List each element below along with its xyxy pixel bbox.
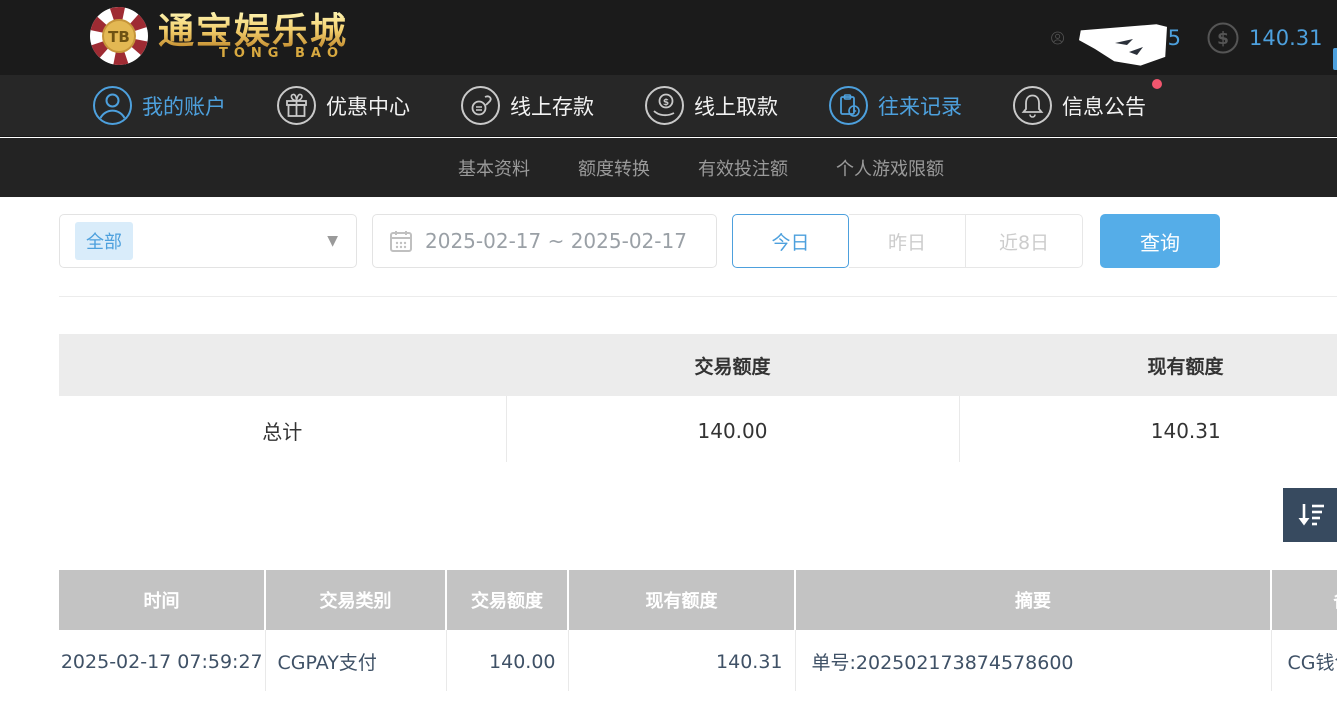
account-subnav: 基本资料 额度转换 有效投注额 个人游戏限额 (0, 138, 1337, 197)
balance-display[interactable]: $ 140.31 (1207, 22, 1337, 54)
summary-transaction-amount: 140.00 (506, 396, 959, 462)
nav-item-announcements[interactable]: 信息公告 (1012, 85, 1146, 126)
quick-range-group: 今日 昨日 近8日 (732, 214, 1083, 268)
nav-label: 线上存款 (510, 91, 594, 121)
chevron-down-icon: ▼ (327, 233, 338, 249)
svg-text:$: $ (1217, 29, 1229, 49)
records-clipboard-icon (828, 85, 869, 126)
nav-item-transaction-records[interactable]: 往来记录 (828, 85, 962, 126)
transaction-row: 2025-02-17 07:59:27 CGPAY支付 140.00 140.3… (59, 630, 1337, 691)
sort-descending-button[interactable] (1283, 488, 1337, 542)
poker-chip-logo-icon: TB (88, 5, 150, 67)
tx-header-transaction-amount: 交易额度 (446, 570, 568, 630)
nav-label: 我的账户 (142, 91, 226, 121)
subnav-item-valid-bets[interactable]: 有效投注额 (698, 155, 788, 181)
subnav-item-basic-info[interactable]: 基本资料 (458, 155, 530, 181)
tx-time: 2025-02-17 07:59:27 (59, 630, 265, 691)
nav-item-promotions[interactable]: 优惠中心 (276, 85, 410, 126)
sort-descending-icon (1294, 499, 1326, 531)
nav-label: 优惠中心 (326, 91, 410, 121)
date-range-input[interactable]: 2025-02-17 ~ 2025-02-17 (372, 214, 717, 268)
gift-icon (276, 85, 317, 126)
nav-label: 线上取款 (694, 91, 778, 121)
dollar-circle-icon: $ (1207, 22, 1239, 54)
transactions-table: 时间 交易类别 交易额度 现有额度 摘要 备注 2025-02-17 07:59… (59, 570, 1337, 691)
summary-header-row: 交易额度 现有额度 (59, 334, 1337, 396)
selected-type-chip: 全部 (75, 222, 133, 260)
summary-total-row: 总计 140.00 140.31 (59, 396, 1337, 462)
tx-header-current-amount: 现有额度 (568, 570, 795, 630)
scribble-pen-mark (1113, 37, 1147, 57)
user-circle-icon (92, 85, 133, 126)
balance-amount: 140.31 (1249, 26, 1322, 50)
calendar-icon (389, 229, 413, 253)
account-summary[interactable]: 25 (1051, 15, 1181, 61)
nav-label: 信息公告 (1062, 91, 1146, 121)
tx-summary: 单号:202502173874578600 (795, 630, 1271, 691)
svg-text:$: $ (663, 98, 669, 108)
quick-range-last8days[interactable]: 近8日 (966, 214, 1083, 268)
deposit-hand-coin-icon (460, 85, 501, 126)
summary-total-label: 总计 (59, 396, 506, 462)
filter-bar: 全部 ▼ 2025-02-17 ~ 2025-02-17 今日 昨日 近8日 查… (0, 197, 1337, 297)
nav-item-my-account[interactable]: 我的账户 (92, 85, 226, 126)
tx-type: CGPAY支付 (265, 630, 446, 691)
tx-transaction-amount: 140.00 (446, 630, 568, 691)
transactions-table-container: 时间 交易类别 交易额度 现有额度 摘要 备注 2025-02-17 07:59… (59, 570, 1337, 691)
subnav-item-game-limits[interactable]: 个人游戏限额 (836, 155, 944, 181)
quick-range-yesterday[interactable]: 昨日 (849, 214, 966, 268)
tx-header-remark: 备注 (1271, 570, 1337, 630)
transaction-type-select[interactable]: 全部 ▼ (59, 214, 357, 268)
tx-header-summary: 摘要 (795, 570, 1271, 630)
withdraw-hand-coin-icon: $ (644, 85, 685, 126)
topbar: TB 通宝娱乐城 TONG BAO 25 $ 140.3 (0, 0, 1337, 75)
tx-header-type: 交易类别 (265, 570, 446, 630)
summary-table-container: 交易额度 现有额度 总计 140.00 140.31 (59, 334, 1337, 462)
summary-header-current-amount: 现有额度 (959, 334, 1337, 396)
summary-table: 交易额度 现有额度 总计 140.00 140.31 (59, 334, 1337, 462)
separator-line (59, 296, 1337, 297)
tx-remark: CG钱包 (1271, 630, 1337, 691)
quick-range-today[interactable]: 今日 (732, 214, 849, 268)
user-avatar-icon (1051, 22, 1064, 54)
nav-item-online-deposit[interactable]: 线上存款 (460, 85, 594, 126)
summary-header-empty (59, 334, 506, 396)
tx-header-time: 时间 (59, 570, 265, 630)
summary-header-transaction-amount: 交易额度 (506, 334, 959, 396)
transactions-header-row: 时间 交易类别 交易额度 现有额度 摘要 备注 (59, 570, 1337, 630)
nav-label: 往来记录 (878, 91, 962, 121)
summary-current-amount: 140.31 (959, 396, 1337, 462)
site-subtitle: TONG BAO (219, 46, 344, 61)
subnav-item-quota-transfer[interactable]: 额度转换 (578, 155, 650, 181)
site-logo[interactable]: TB 通宝娱乐城 TONG BAO (88, 5, 348, 67)
nav-item-online-withdraw[interactable]: $ 线上取款 (644, 85, 778, 126)
query-button[interactable]: 查询 (1100, 214, 1220, 268)
date-range-value: 2025-02-17 ~ 2025-02-17 (425, 229, 687, 253)
notification-dot (1152, 79, 1162, 89)
tx-current-amount: 140.31 (568, 630, 795, 691)
main-navigation: 我的账户 优惠中心 线上存款 $ 线上取款 (0, 75, 1337, 137)
bell-icon (1012, 85, 1053, 126)
clipped-currency-glyph (1333, 48, 1337, 70)
chip-text: TB (108, 28, 130, 46)
